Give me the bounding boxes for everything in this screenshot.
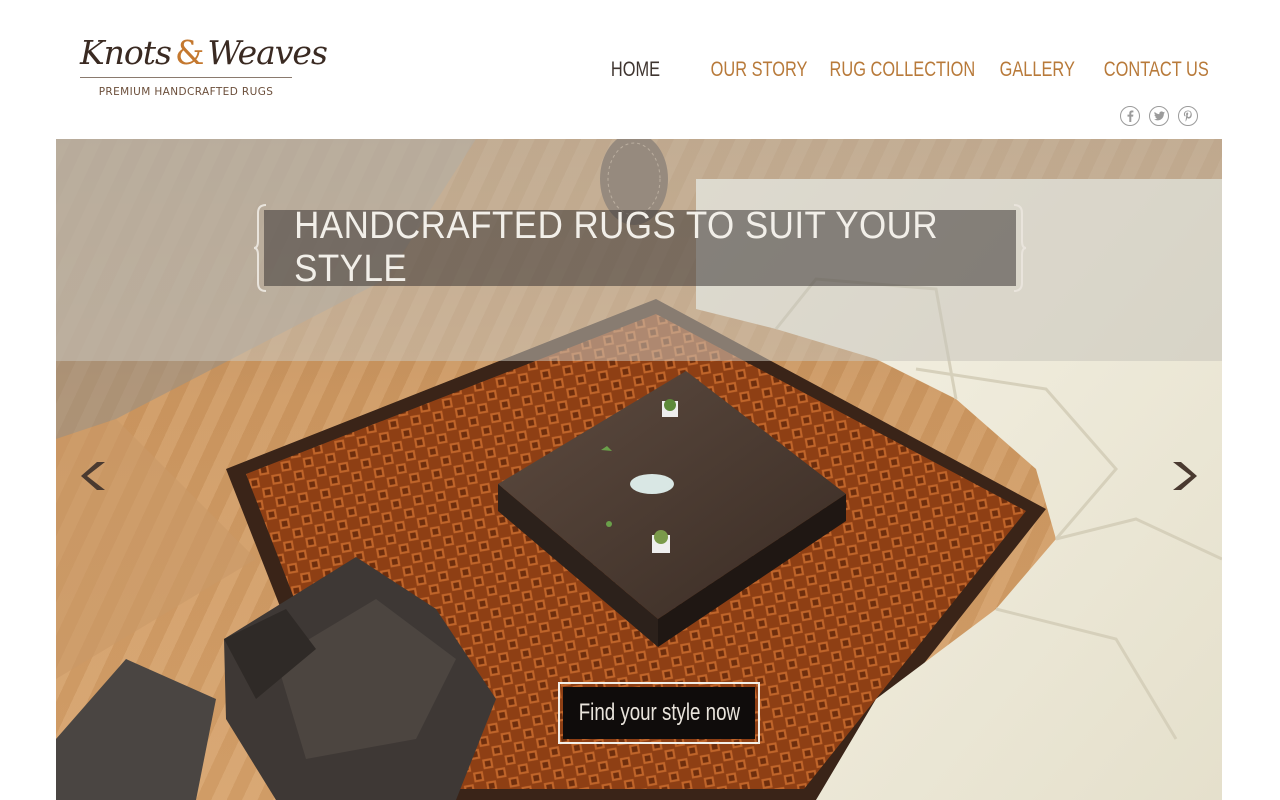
slider-prev-button[interactable] xyxy=(74,456,114,496)
left-bracket-icon xyxy=(254,204,267,292)
twitter-icon[interactable] xyxy=(1149,106,1169,126)
logo-word-2: Weaves xyxy=(207,33,328,72)
social-links xyxy=(1120,106,1198,126)
nav-slot-contact-us: CONTACT US xyxy=(1104,58,1209,82)
hero-headline: HANDCRAFTED RUGS TO SUIT YOUR STYLE xyxy=(294,205,939,290)
slider-next-button[interactable] xyxy=(1164,456,1204,496)
logo-word-1: Knots xyxy=(80,33,172,72)
logo-wordmark: Knots & Weaves xyxy=(80,30,328,76)
nav-our-story[interactable]: OUR STORY xyxy=(711,58,808,82)
logo-tagline: PREMIUM HANDCRAFTED RUGS xyxy=(98,86,274,98)
pinterest-icon[interactable] xyxy=(1178,106,1198,126)
nav-slot-our-story: OUR STORY xyxy=(711,58,808,82)
logo-divider xyxy=(80,77,292,78)
site-logo[interactable]: Knots & Weaves PREMIUM HANDCRAFTED RUGS xyxy=(80,30,328,105)
page: Knots & Weaves PREMIUM HANDCRAFTED RUGS HO… xyxy=(0,0,1280,800)
find-style-button-inner: Find your style now xyxy=(563,687,755,739)
right-bracket-icon xyxy=(1013,204,1026,292)
figurine xyxy=(630,474,674,494)
find-style-button[interactable]: Find your style now xyxy=(558,682,760,744)
nav-slot-rug-collection: RUG COLLECTION xyxy=(830,58,976,82)
ottoman xyxy=(56,659,216,800)
nav-home[interactable]: HOME xyxy=(610,58,659,82)
logo-ampersand: & xyxy=(174,33,204,72)
nav-rug-collection[interactable]: RUG COLLECTION xyxy=(830,58,976,82)
nav-slot-home: HOME xyxy=(596,58,674,82)
chevron-left-icon xyxy=(81,462,105,490)
nav-gallery[interactable]: GALLERY xyxy=(999,58,1074,82)
nav-contact-us[interactable]: CONTACT US xyxy=(1104,58,1209,82)
nav-slot-gallery: GALLERY xyxy=(999,58,1074,82)
facebook-icon[interactable] xyxy=(1120,106,1140,126)
main-nav: HOME OUR STORY RUG COLLECTION GALLERY CO… xyxy=(596,54,1209,86)
hero-slider: HANDCRAFTED RUGS TO SUIT YOUR STYLE Find… xyxy=(56,139,1222,800)
find-style-button-label: Find your style now xyxy=(578,699,740,726)
chevron-right-icon xyxy=(1173,462,1197,490)
